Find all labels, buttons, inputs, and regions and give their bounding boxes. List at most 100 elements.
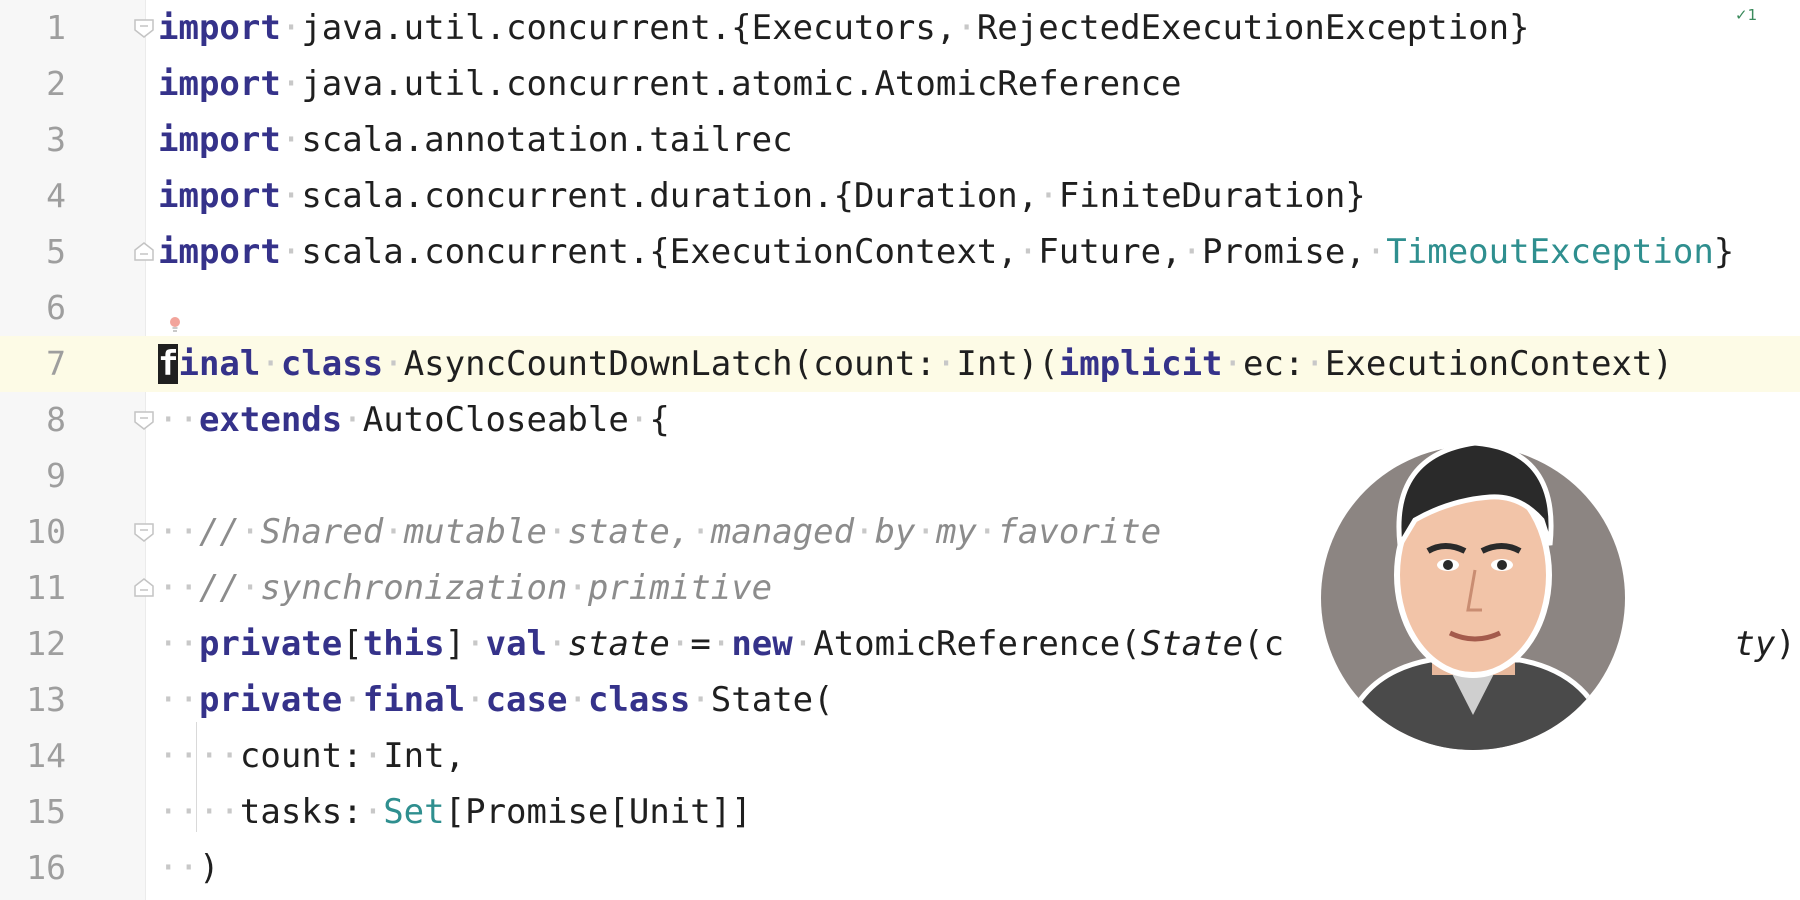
whitespace-marker: · <box>1038 176 1059 216</box>
code-token: java.util.concurrent.{Executors, <box>301 8 957 48</box>
whitespace-marker: · <box>1304 344 1325 384</box>
code-token: count: <box>239 736 363 776</box>
line-number[interactable]: 16 <box>0 840 66 896</box>
indent-guide <box>196 722 197 832</box>
code-text[interactable]: import·scala.annotation.tailrec <box>158 112 793 168</box>
fold-open-icon[interactable] <box>133 409 155 431</box>
line-number[interactable]: 9 <box>0 448 66 504</box>
whitespace-marker: · <box>280 232 302 272</box>
line-number[interactable]: 10 <box>0 504 66 560</box>
line-number[interactable]: 14 <box>0 728 66 784</box>
line-number[interactable]: 6 <box>0 280 66 336</box>
line-number[interactable]: 7 <box>0 336 66 392</box>
code-text[interactable]: import·scala.concurrent.duration.{Durati… <box>158 168 1366 224</box>
code-token: private <box>198 624 343 664</box>
whitespace-marker: · <box>710 624 732 664</box>
code-text[interactable]: ····count:·Int, <box>158 728 465 784</box>
code-token: mutable <box>403 512 547 552</box>
code-token: final <box>362 680 466 720</box>
intention-bulb-icon[interactable] <box>168 316 182 338</box>
code-token: import <box>158 232 281 272</box>
code-token: scala.concurrent.{ExecutionContext, <box>301 232 1018 272</box>
code-token: f <box>158 344 179 384</box>
line-number[interactable]: 2 <box>0 56 66 112</box>
code-text[interactable]: ··//·Shared·mutable·state,·managed·by·my… <box>158 504 1161 560</box>
code-line-1[interactable]: 1 import·java.util.concurrent.{Executors,… <box>0 0 1800 56</box>
code-token: import <box>158 120 281 160</box>
fold-open-icon[interactable] <box>133 521 155 543</box>
code-token: Set <box>383 792 445 832</box>
code-text[interactable]: ··) <box>158 840 219 896</box>
line-number[interactable]: 4 <box>0 168 66 224</box>
code-token: scala.concurrent.duration.{Duration, <box>301 176 1039 216</box>
whitespace-marker: · <box>792 624 814 664</box>
code-token: by <box>874 512 916 552</box>
code-token: state <box>567 624 670 664</box>
code-line-6[interactable]: 6 <box>0 280 1800 336</box>
whitespace-marker: · <box>567 568 588 608</box>
whitespace-marker: ···· <box>158 792 240 832</box>
line-number[interactable]: 13 <box>0 672 66 728</box>
whitespace-marker: · <box>280 176 302 216</box>
whitespace-marker: · <box>342 680 363 720</box>
whitespace-marker: ·· <box>158 680 199 720</box>
line-number[interactable]: 11 <box>0 560 66 616</box>
code-token: case <box>485 680 568 720</box>
fold-close-icon[interactable] <box>133 577 155 599</box>
fold-open-icon[interactable] <box>133 17 155 39</box>
line-number[interactable]: 15 <box>0 784 66 840</box>
whitespace-marker: · <box>239 512 261 552</box>
code-text[interactable]: ····tasks:·Set[Promise[Unit]] <box>158 784 752 840</box>
code-token: class <box>587 680 691 720</box>
code-line-2[interactable]: 2 import·java.util.concurrent.atomic.Atom… <box>0 56 1800 112</box>
whitespace-marker: · <box>935 344 957 384</box>
code-token: AtomicReference( <box>813 624 1141 664</box>
code-text[interactable]: import·java.util.concurrent.{Executors,·… <box>158 0 1530 56</box>
code-token: ec: <box>1243 344 1305 384</box>
code-line-3[interactable]: 3 import·scala.annotation.tailrec <box>0 112 1800 168</box>
line-number[interactable]: 8 <box>0 392 66 448</box>
whitespace-marker: · <box>547 624 568 664</box>
code-token: class <box>280 344 384 384</box>
code-text[interactable]: import·java.util.concurrent.atomic.Atomi… <box>158 56 1182 112</box>
whitespace-marker: · <box>280 64 302 104</box>
code-line-16[interactable]: 16 ··) <box>0 840 1800 896</box>
code-token: // <box>198 568 240 608</box>
line-number[interactable]: 3 <box>0 112 66 168</box>
code-token: AutoCloseable <box>362 400 629 440</box>
line-number[interactable]: 1 <box>0 0 66 56</box>
code-token: val <box>485 624 548 664</box>
code-text[interactable]: import·scala.concurrent.{ExecutionContex… <box>158 224 1734 280</box>
code-text[interactable]: final·class·AsyncCountDownLatch(count:·I… <box>158 336 1673 392</box>
line-number[interactable]: 5 <box>0 224 66 280</box>
code-token: State <box>1140 624 1244 664</box>
code-line-7[interactable]: 7 final·class·AsyncCountDownLatch(count:·… <box>0 336 1800 392</box>
code-token: TimeoutException <box>1386 232 1714 272</box>
inspection-widget-icon[interactable]: ✓1 <box>1735 6 1757 24</box>
code-line-5[interactable]: 5 import·scala.concurrent.{ExecutionConte… <box>0 224 1800 280</box>
whitespace-marker: · <box>362 792 384 832</box>
code-token: FiniteDuration} <box>1058 176 1366 216</box>
code-token: favorite <box>997 512 1162 552</box>
code-token: import <box>158 8 281 48</box>
code-token: state, <box>567 512 691 552</box>
whitespace-marker: · <box>547 512 568 552</box>
code-text[interactable]: ··private·final·case·class·State( <box>158 672 834 728</box>
code-token: // <box>198 512 240 552</box>
code-token: import <box>158 64 281 104</box>
code-token: AsyncCountDownLatch(count: <box>403 344 936 384</box>
code-token: = <box>690 624 711 664</box>
code-token: (c <box>1243 624 1285 664</box>
code-text[interactable]: ··extends·AutoCloseable·{ <box>158 392 670 448</box>
code-text[interactable]: ··//·synchronization·primitive <box>158 560 772 616</box>
fold-close-icon[interactable] <box>133 241 155 263</box>
whitespace-marker: ·· <box>158 624 199 664</box>
line-number[interactable]: 12 <box>0 616 66 672</box>
code-token: new <box>731 624 793 664</box>
code-line-15[interactable]: 15 ····tasks:·Set[Promise[Unit]] <box>0 784 1800 840</box>
whitespace-marker: ·· <box>158 848 199 888</box>
whitespace-marker: · <box>1222 344 1244 384</box>
code-line-4[interactable]: 4 import·scala.concurrent.duration.{Durat… <box>0 168 1800 224</box>
code-token: implicit <box>1058 344 1223 384</box>
whitespace-marker: · <box>465 624 486 664</box>
